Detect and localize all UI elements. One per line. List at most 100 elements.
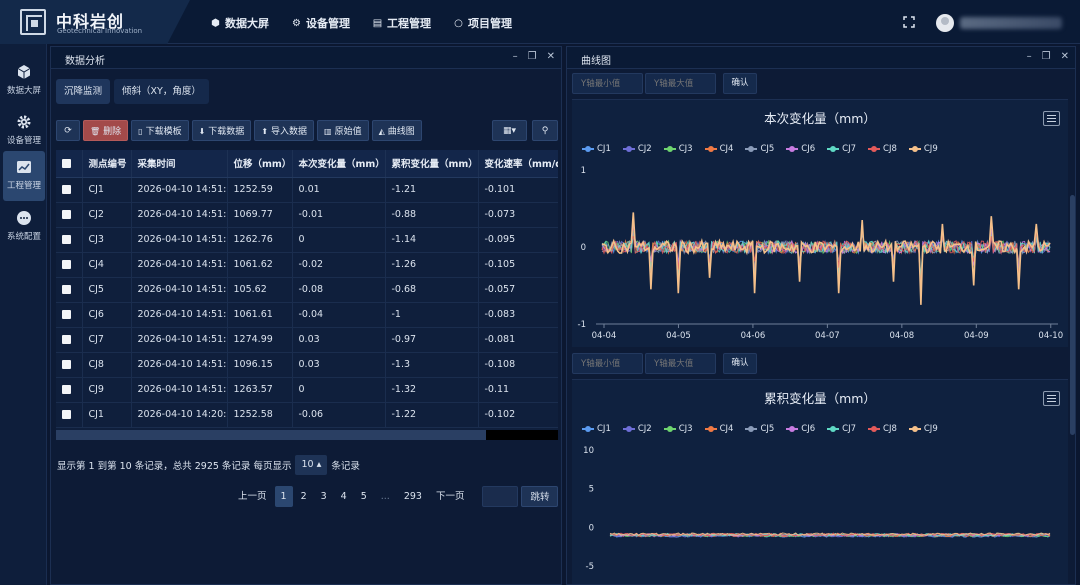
next-page-button[interactable]: 下一页 xyxy=(430,486,471,507)
page-1-button[interactable]: 1 xyxy=(274,486,293,507)
col-cumulative[interactable]: 累积变化量（mm） xyxy=(385,150,479,178)
tab-tilt[interactable]: 倾斜（XY，角度） xyxy=(114,79,209,104)
maximize-icon[interactable]: ❐ xyxy=(528,51,537,62)
table-row[interactable]: CJ32026-04-10 14:51:151262.760-1.14-0.09… xyxy=(56,227,558,253)
cell-time: 2026-04-10 14:51:15 xyxy=(131,252,228,278)
table-row[interactable]: CJ82026-04-10 14:51:151096.150.03-1.3-0.… xyxy=(56,352,558,378)
scrollbar-thumb[interactable] xyxy=(56,430,486,440)
cell-time: 2026-04-10 14:51:15 xyxy=(131,227,228,253)
row-checkbox[interactable] xyxy=(62,410,71,419)
nav-devices[interactable]: ⚙ 设备管理 xyxy=(291,15,350,31)
sidebar-item-devices[interactable]: 设备管理 xyxy=(3,106,45,156)
select-all-checkbox-cell[interactable] xyxy=(56,150,83,178)
col-rate[interactable]: 变化速率（mm/d） xyxy=(478,150,558,178)
x-tick-label: 04-10 xyxy=(1038,331,1063,341)
row-checkbox-cell[interactable] xyxy=(56,377,83,403)
confirm-button[interactable]: 确认 xyxy=(723,353,757,374)
columns-button[interactable]: ▦▾ xyxy=(492,120,527,141)
table-row[interactable]: CJ12026-04-10 14:51:151252.590.01-1.21-0… xyxy=(56,177,558,203)
row-checkbox-cell[interactable] xyxy=(56,402,83,428)
row-checkbox[interactable] xyxy=(62,385,71,394)
username-blurred[interactable] xyxy=(960,17,1062,29)
table-row[interactable]: CJ92026-04-10 14:51:151263.570-1.32-0.11 xyxy=(56,377,558,403)
close-icon[interactable]: ✕ xyxy=(547,51,555,62)
refresh-button[interactable]: ⟳ xyxy=(56,120,80,141)
col-point-id[interactable]: 测点编号 xyxy=(82,150,132,178)
sidebar-item-dashboard[interactable]: 数据大屏 xyxy=(3,56,45,106)
row-checkbox[interactable] xyxy=(62,260,71,269)
avatar[interactable] xyxy=(936,14,954,32)
nav-projects[interactable]: ○ 项目管理 xyxy=(453,15,512,31)
sidebar-item-engineering[interactable]: 工程管理 xyxy=(3,151,45,201)
y-max-input[interactable] xyxy=(645,73,716,94)
page-2-button[interactable]: 2 xyxy=(295,486,313,507)
select-all-checkbox[interactable] xyxy=(62,158,71,168)
y-min-input[interactable] xyxy=(572,353,643,374)
page-4-button[interactable]: 4 xyxy=(335,486,353,507)
cell-cumulative: -1.22 xyxy=(385,402,479,428)
y-min-input[interactable] xyxy=(572,73,643,94)
maximize-icon[interactable]: ❐ xyxy=(1042,51,1051,62)
close-icon[interactable]: ✕ xyxy=(1061,51,1069,62)
row-checkbox-cell[interactable] xyxy=(56,352,83,378)
row-checkbox-cell[interactable] xyxy=(56,277,83,303)
download-template-button[interactable]: ▯ 下载模板 xyxy=(131,120,189,141)
cell-cumulative: -0.97 xyxy=(385,327,479,353)
row-checkbox[interactable] xyxy=(62,285,71,294)
grid-icon: ▦▾ xyxy=(502,126,517,136)
row-checkbox-cell[interactable] xyxy=(56,252,83,278)
jump-page-input[interactable] xyxy=(482,486,519,507)
vertical-scrollbar[interactable] xyxy=(1070,195,1075,435)
x-tick-label: 04-09 xyxy=(964,331,989,341)
nav-engineering[interactable]: ▤ 工程管理 xyxy=(372,15,431,31)
row-checkbox[interactable] xyxy=(62,310,71,319)
series-line-cj9 xyxy=(601,212,1051,305)
page-size-select[interactable]: 10 ▴ xyxy=(295,455,328,475)
col-time[interactable]: 采集时间 xyxy=(131,150,228,178)
minimize-icon[interactable]: – xyxy=(1027,51,1032,62)
col-change[interactable]: 本次变化量（mm） xyxy=(292,150,386,178)
delete-button[interactable]: 🗑 删除 xyxy=(83,120,129,141)
minimize-icon[interactable]: – xyxy=(513,51,518,62)
cell-displacement: 1096.15 xyxy=(227,352,293,378)
y-max-input[interactable] xyxy=(645,353,716,374)
curve-button[interactable]: ◭ 曲线图 xyxy=(371,120,422,141)
change-chart-svg: 04-04 04-05 04-06 04-07 04-08 04-09 04-10 1 0 -1 xyxy=(578,166,1064,341)
jump-button[interactable]: 跳转 xyxy=(521,486,559,507)
row-checkbox[interactable] xyxy=(62,210,71,219)
row-checkbox-cell[interactable] xyxy=(56,302,83,328)
download-data-button[interactable]: ⬇ 下载数据 xyxy=(191,120,252,141)
table-row[interactable]: CJ42026-04-10 14:51:151061.62-0.02-1.26-… xyxy=(56,252,558,278)
cell-time: 2026-04-10 14:51:15 xyxy=(131,202,228,228)
table-row[interactable]: CJ62026-04-10 14:51:151061.61-0.04-1-0.0… xyxy=(56,302,558,328)
row-checkbox[interactable] xyxy=(62,360,71,369)
prev-page-button[interactable]: 上一页 xyxy=(232,486,273,507)
horizontal-scrollbar[interactable] xyxy=(56,430,558,440)
nav-dashboard[interactable]: ⬢ 数据大屏 xyxy=(210,15,269,31)
cell-cumulative: -1.14 xyxy=(385,227,479,253)
row-checkbox[interactable] xyxy=(62,185,71,194)
cell-rate: -0.057 xyxy=(478,277,558,303)
page-last-button[interactable]: 293 xyxy=(398,486,428,507)
raw-values-button[interactable]: ▥ 原始值 xyxy=(317,120,369,141)
sidebar-item-system[interactable]: 系统配置 xyxy=(3,202,45,252)
row-checkbox-cell[interactable] xyxy=(56,177,83,203)
import-data-button[interactable]: ⬆ 导入数据 xyxy=(254,120,315,141)
table-row[interactable]: CJ72026-04-10 14:51:151274.990.03-0.97-0… xyxy=(56,327,558,353)
table-row[interactable]: CJ22026-04-10 14:51:151069.77-0.01-0.88-… xyxy=(56,202,558,228)
confirm-button[interactable]: 确认 xyxy=(723,73,757,94)
page-3-button[interactable]: 3 xyxy=(315,486,333,507)
row-checkbox-cell[interactable] xyxy=(56,202,83,228)
row-checkbox[interactable] xyxy=(62,335,71,344)
cell-displacement: 1061.61 xyxy=(227,302,293,328)
page-5-button[interactable]: 5 xyxy=(355,486,373,507)
row-checkbox[interactable] xyxy=(62,235,71,244)
fullscreen-icon[interactable] xyxy=(903,16,915,28)
row-checkbox-cell[interactable] xyxy=(56,227,83,253)
tab-settlement[interactable]: 沉降监测 xyxy=(56,79,111,104)
col-displacement[interactable]: 位移（mm） xyxy=(227,150,293,178)
row-checkbox-cell[interactable] xyxy=(56,327,83,353)
table-row[interactable]: CJ52026-04-10 14:51:15105.62-0.08-0.68-0… xyxy=(56,277,558,303)
search-button[interactable]: ⚲ xyxy=(532,120,558,141)
table-row[interactable]: CJ12026-04-10 14:20:321252.58-0.06-1.22-… xyxy=(56,402,558,428)
